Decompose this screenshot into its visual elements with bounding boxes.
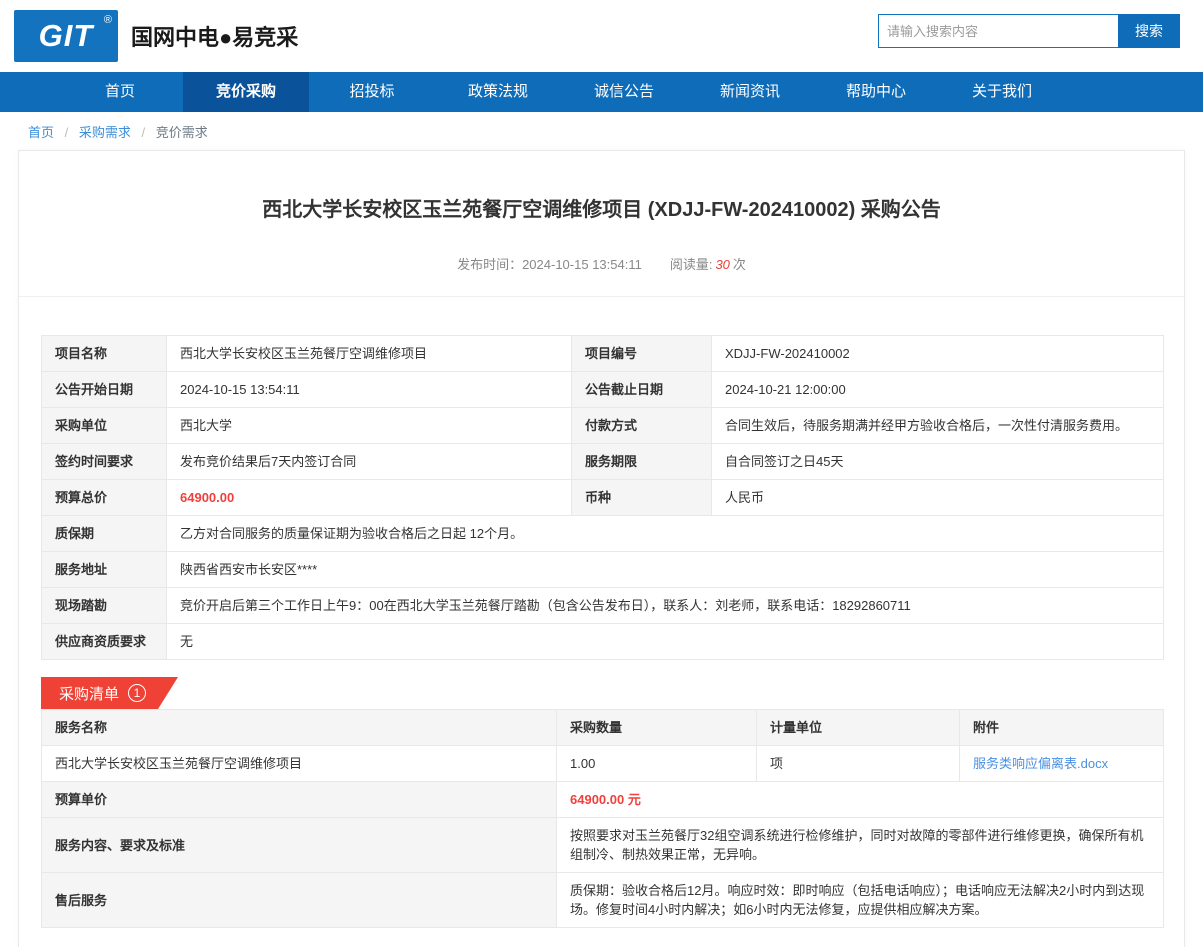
field-label: 签约时间要求 (41, 443, 167, 480)
logo-text: GIT (38, 18, 94, 53)
service-name: 西北大学长安校区玉兰苑餐厅空调维修项目 (41, 745, 557, 782)
field-label: 现场踏勘 (41, 587, 167, 624)
field-label: 服务地址 (41, 551, 167, 588)
nav-item-home[interactable]: 首页 (57, 72, 183, 112)
announcement-meta: 发布时间：2024-10-15 13:54:11 阅读量: 30 次 (19, 254, 1184, 273)
field-value: 竞价开启后第三个工作日上午9：00在西北大学玉兰苑餐厅踏勘（包含公告发布日），联… (166, 587, 1164, 624)
field-label: 付款方式 (571, 407, 712, 444)
table-row: 预算单价 64900.00 元 (41, 781, 1164, 818)
top-header: GIT ® 国网中电●易竞采 搜索 (0, 0, 1203, 72)
nav-item-about-us[interactable]: 关于我们 (939, 72, 1065, 112)
table-row: 供应商资质要求 无 (41, 623, 1164, 660)
site-logo[interactable]: GIT ® (14, 10, 118, 62)
table-row: 签约时间要求 发布竞价结果后7天内签订合同 服务期限 自合同签订之日45天 (41, 443, 1164, 480)
announcement-card: 西北大学长安校区玉兰苑餐厅空调维修项目 (XDJJ-FW-202410002) … (18, 150, 1185, 947)
search-area: 搜索 (878, 14, 1180, 48)
measure-unit: 项 (756, 745, 960, 782)
field-label: 项目编号 (571, 335, 712, 372)
breadcrumb-separator: / (64, 125, 69, 140)
main-nav: 首页 竞价采购 招投标 政策法规 诚信公告 新闻资讯 帮助中心 关于我们 (0, 72, 1203, 112)
field-label: 预算单价 (41, 781, 557, 818)
field-label: 质保期 (41, 515, 167, 552)
table-row: 质保期 乙方对合同服务的质量保证期为验收合格后之日起 12个月。 (41, 515, 1164, 552)
field-value: 乙方对合同服务的质量保证期为验收合格后之日起 12个月。 (166, 515, 1164, 552)
table-row: 项目名称 西北大学长安校区玉兰苑餐厅空调维修项目 项目编号 XDJJ-FW-20… (41, 335, 1164, 372)
field-value: 2024-10-15 13:54:11 (166, 371, 572, 408)
breadcrumb: 首页 / 采购需求 / 竞价需求 (0, 112, 1203, 150)
purchase-list-table: 服务名称 采购数量 计量单位 附件 西北大学长安校区玉兰苑餐厅空调维修项目 1.… (41, 709, 1164, 928)
field-value: 无 (166, 623, 1164, 660)
attachment-link[interactable]: 服务类响应偏离表.docx (973, 756, 1108, 771)
field-label: 公告截止日期 (571, 371, 712, 408)
views-count: 30 (715, 257, 730, 272)
search-input[interactable] (878, 14, 1118, 48)
breadcrumb-separator: / (141, 125, 146, 140)
column-header: 采购数量 (556, 709, 757, 746)
field-value: 按照要求对玉兰苑餐厅32组空调系统进行检修维护，同时对故障的零部件进行维修更换，… (556, 817, 1164, 873)
field-value: 西北大学长安校区玉兰苑餐厅空调维修项目 (166, 335, 572, 372)
purchase-quantity: 1.00 (556, 745, 757, 782)
field-label: 服务期限 (571, 443, 712, 480)
table-row: 西北大学长安校区玉兰苑餐厅空调维修项目 1.00 项 服务类响应偏离表.docx (41, 745, 1164, 782)
field-label: 预算总价 (41, 479, 167, 516)
nav-item-help-center[interactable]: 帮助中心 (813, 72, 939, 112)
field-value: 自合同签订之日45天 (711, 443, 1164, 480)
divider (19, 296, 1184, 297)
nav-item-news[interactable]: 新闻资讯 (687, 72, 813, 112)
column-header: 附件 (959, 709, 1164, 746)
field-value: 合同生效后，待服务期满并经甲方验收合格后，一次性付清服务费用。 (711, 407, 1164, 444)
table-row: 采购单位 西北大学 付款方式 合同生效后，待服务期满并经甲方验收合格后，一次性付… (41, 407, 1164, 444)
breadcrumb-purchase-demand[interactable]: 采购需求 (79, 125, 131, 140)
purchase-list-badge-label: 采购清单 (59, 685, 120, 703)
views-unit: 次 (732, 257, 746, 272)
field-label: 项目名称 (41, 335, 167, 372)
table-row: 售后服务 质保期：验收合格后12月。响应时效：即时响应（包括电话响应）；电话响应… (41, 872, 1164, 928)
field-label: 售后服务 (41, 872, 557, 928)
breadcrumb-current: 竞价需求 (155, 125, 208, 140)
nav-item-integrity-notice[interactable]: 诚信公告 (561, 72, 687, 112)
column-header: 服务名称 (41, 709, 557, 746)
table-row: 公告开始日期 2024-10-15 13:54:11 公告截止日期 2024-1… (41, 371, 1164, 408)
nav-item-bidding-purchase[interactable]: 竞价采购 (183, 72, 309, 112)
breadcrumb-home[interactable]: 首页 (28, 125, 54, 140)
table-header-row: 服务名称 采购数量 计量单位 附件 (41, 709, 1164, 746)
table-row: 预算总价 64900.00 币种 人民币 (41, 479, 1164, 516)
search-button[interactable]: 搜索 (1118, 14, 1180, 48)
nav-item-tender[interactable]: 招投标 (309, 72, 435, 112)
field-value: 质保期：验收合格后12月。响应时效：即时响应（包括电话响应）；电话响应无法解决2… (556, 872, 1164, 928)
table-row: 现场踏勘 竞价开启后第三个工作日上午9：00在西北大学玉兰苑餐厅踏勘（包含公告发… (41, 587, 1164, 624)
site-name: 国网中电●易竞采 (131, 25, 299, 50)
field-value: XDJJ-FW-202410002 (711, 335, 1164, 372)
field-value: 发布竞价结果后7天内签订合同 (166, 443, 572, 480)
publish-time-value: 2024-10-15 13:54:11 (522, 257, 642, 272)
views-label: 阅读量: (669, 257, 713, 272)
field-label: 公告开始日期 (41, 371, 167, 408)
table-row: 服务内容、要求及标准 按照要求对玉兰苑餐厅32组空调系统进行检修维护，同时对故障… (41, 817, 1164, 873)
field-label: 服务内容、要求及标准 (41, 817, 557, 873)
page-title: 西北大学长安校区玉兰苑餐厅空调维修项目 (XDJJ-FW-202410002) … (262, 199, 941, 221)
field-value: 陕西省西安市长安区**** (166, 551, 1164, 588)
field-value: 人民币 (711, 479, 1164, 516)
project-info-table: 项目名称 西北大学长安校区玉兰苑餐厅空调维修项目 项目编号 XDJJ-FW-20… (41, 335, 1164, 660)
field-label: 币种 (571, 479, 712, 516)
table-row: 服务地址 陕西省西安市长安区**** (41, 551, 1164, 588)
column-header: 计量单位 (756, 709, 960, 746)
publish-time-label: 发布时间： (457, 257, 523, 272)
purchase-list-count-badge: 1 (128, 684, 146, 702)
field-value: 2024-10-21 12:00:00 (711, 371, 1164, 408)
unit-price-value: 64900.00 元 (556, 781, 1164, 818)
field-label: 供应商资质要求 (41, 623, 167, 660)
budget-total-value: 64900.00 (166, 479, 572, 516)
nav-item-policy[interactable]: 政策法规 (435, 72, 561, 112)
field-label: 采购单位 (41, 407, 167, 444)
registered-trademark-icon: ® (103, 14, 112, 26)
purchase-list-badge: 采购清单 1 (41, 677, 178, 709)
field-value: 西北大学 (166, 407, 572, 444)
